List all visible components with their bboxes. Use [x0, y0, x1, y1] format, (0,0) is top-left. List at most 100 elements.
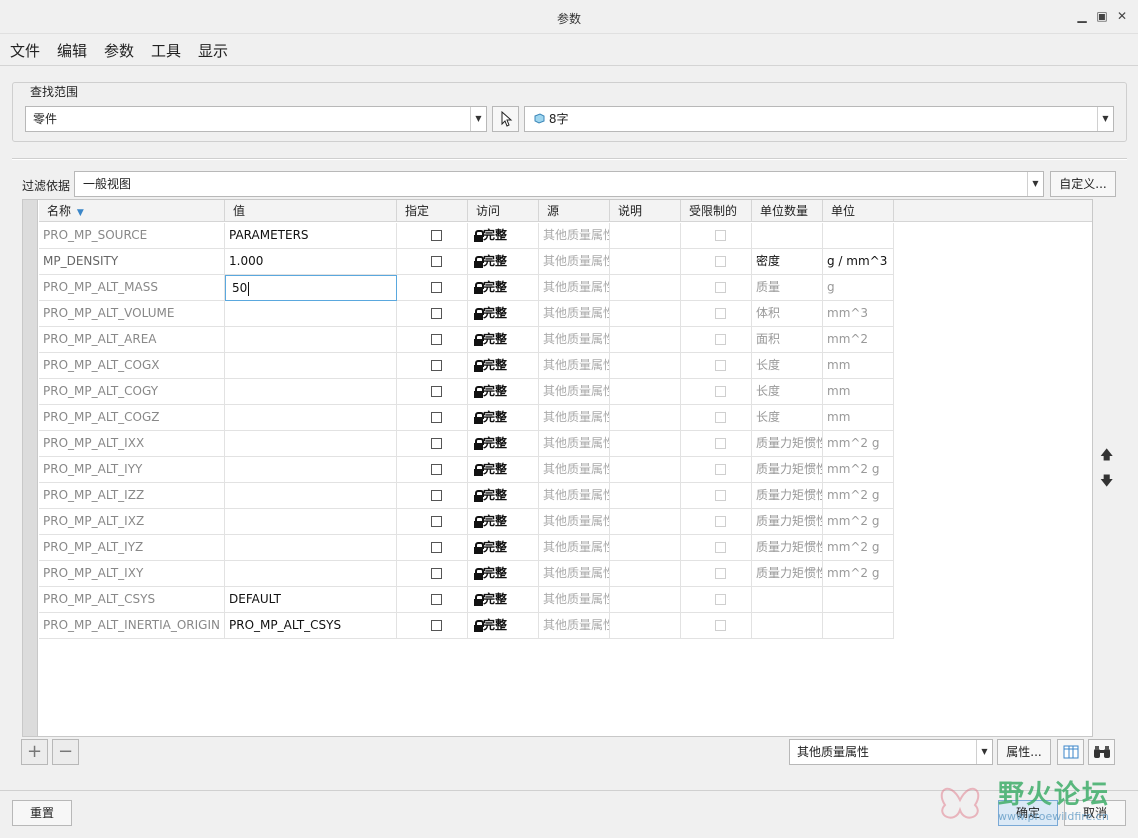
- cell-name[interactable]: PRO_MP_ALT_MASS: [39, 275, 225, 301]
- cell-description[interactable]: [610, 431, 681, 457]
- cell-description[interactable]: [610, 613, 681, 639]
- cell-description[interactable]: [610, 327, 681, 353]
- minimize-icon[interactable]: ▁: [1074, 8, 1090, 24]
- cell-access[interactable]: 完整: [468, 223, 539, 249]
- cell-value[interactable]: [225, 431, 397, 457]
- table-row[interactable]: PRO_MP_ALT_IZZ 完整 其他质量属性 质量力矩惯性 mm^2 g: [39, 483, 894, 509]
- cell-restricted[interactable]: [681, 587, 752, 613]
- cell-unit-quantity[interactable]: 质量力矩惯性: [752, 535, 823, 561]
- cell-unit-quantity[interactable]: 质量力矩惯性: [752, 509, 823, 535]
- cell-designate[interactable]: [397, 509, 468, 535]
- designate-checkbox[interactable]: [431, 360, 442, 371]
- cell-restricted[interactable]: [681, 509, 752, 535]
- designate-checkbox[interactable]: [431, 386, 442, 397]
- cell-value[interactable]: [225, 405, 397, 431]
- table-row[interactable]: PRO_MP_SOURCE PARAMETERS 完整 其他质量属性: [39, 223, 894, 249]
- cell-designate[interactable]: [397, 379, 468, 405]
- cell-designate[interactable]: [397, 613, 468, 639]
- cell-designate[interactable]: [397, 301, 468, 327]
- cell-unit[interactable]: mm: [823, 405, 894, 431]
- col-header-unit-quantity[interactable]: 单位数量: [752, 200, 823, 222]
- cell-source[interactable]: 其他质量属性: [539, 327, 610, 353]
- cell-source[interactable]: 其他质量属性: [539, 223, 610, 249]
- cell-access[interactable]: 完整: [468, 275, 539, 301]
- table-row[interactable]: PRO_MP_ALT_IYZ 完整 其他质量属性 质量力矩惯性 mm^2 g: [39, 535, 894, 561]
- cell-unit-quantity[interactable]: 长度: [752, 405, 823, 431]
- col-header-value[interactable]: 值: [225, 200, 397, 222]
- close-icon[interactable]: ✕: [1114, 8, 1130, 24]
- cell-designate[interactable]: [397, 431, 468, 457]
- cell-value-editor[interactable]: 50: [225, 275, 397, 301]
- cell-unit[interactable]: mm^2: [823, 327, 894, 353]
- cell-source[interactable]: 其他质量属性: [539, 275, 610, 301]
- cell-value[interactable]: [225, 483, 397, 509]
- chevron-down-icon[interactable]: ▼: [1027, 172, 1043, 196]
- cell-restricted[interactable]: [681, 275, 752, 301]
- chevron-down-icon[interactable]: ▼: [470, 107, 486, 131]
- reset-button[interactable]: 重置: [12, 800, 72, 826]
- cell-description[interactable]: [610, 379, 681, 405]
- cell-access[interactable]: 完整: [468, 561, 539, 587]
- cell-name[interactable]: MP_DENSITY: [39, 249, 225, 275]
- designate-checkbox[interactable]: [431, 542, 442, 553]
- cell-source[interactable]: 其他质量属性: [539, 301, 610, 327]
- cell-source[interactable]: 其他质量属性: [539, 535, 610, 561]
- designate-checkbox[interactable]: [431, 256, 442, 267]
- cell-unit[interactable]: g: [823, 275, 894, 301]
- cell-unit-quantity[interactable]: 面积: [752, 327, 823, 353]
- designate-checkbox[interactable]: [431, 282, 442, 293]
- chevron-down-icon[interactable]: ▼: [1097, 107, 1113, 131]
- cell-access[interactable]: 完整: [468, 301, 539, 327]
- cell-unit-quantity[interactable]: [752, 587, 823, 613]
- menu-edit[interactable]: 编辑: [57, 40, 87, 61]
- cell-name[interactable]: PRO_MP_ALT_INERTIA_ORIGIN: [39, 613, 225, 639]
- cell-designate[interactable]: [397, 587, 468, 613]
- cell-restricted[interactable]: [681, 379, 752, 405]
- table-row[interactable]: MP_DENSITY 1.000 完整 其他质量属性 密度 g / mm^3: [39, 249, 894, 275]
- cell-source[interactable]: 其他质量属性: [539, 379, 610, 405]
- cell-designate[interactable]: [397, 535, 468, 561]
- cell-source[interactable]: 其他质量属性: [539, 561, 610, 587]
- cell-value[interactable]: [225, 457, 397, 483]
- cell-unit-quantity[interactable]: [752, 223, 823, 249]
- cell-description[interactable]: [610, 457, 681, 483]
- cell-name[interactable]: PRO_MP_ALT_AREA: [39, 327, 225, 353]
- cell-unit-quantity[interactable]: [752, 613, 823, 639]
- cell-designate[interactable]: [397, 327, 468, 353]
- col-header-name[interactable]: 名称 ▼: [39, 200, 225, 222]
- part-select[interactable]: 8字 ▼: [524, 106, 1114, 132]
- designate-checkbox[interactable]: [431, 490, 442, 501]
- cell-value[interactable]: PARAMETERS: [225, 223, 397, 249]
- cell-description[interactable]: [610, 535, 681, 561]
- cell-description[interactable]: [610, 223, 681, 249]
- cell-unit-quantity[interactable]: 质量力矩惯性: [752, 561, 823, 587]
- cell-access[interactable]: 完整: [468, 613, 539, 639]
- cell-name[interactable]: PRO_MP_ALT_COGX: [39, 353, 225, 379]
- designate-checkbox[interactable]: [431, 516, 442, 527]
- cell-access[interactable]: 完整: [468, 483, 539, 509]
- table-row[interactable]: PRO_MP_ALT_COGX 完整 其他质量属性 长度 mm: [39, 353, 894, 379]
- table-row[interactable]: PRO_MP_ALT_IYY 完整 其他质量属性 质量力矩惯性 mm^2 g: [39, 457, 894, 483]
- cell-access[interactable]: 完整: [468, 587, 539, 613]
- cell-designate[interactable]: [397, 275, 468, 301]
- cell-name[interactable]: PRO_MP_ALT_IZZ: [39, 483, 225, 509]
- cell-source[interactable]: 其他质量属性: [539, 509, 610, 535]
- filter-select[interactable]: 一般视图 ▼: [74, 171, 1044, 197]
- designate-checkbox[interactable]: [431, 464, 442, 475]
- cell-value[interactable]: [225, 301, 397, 327]
- maximize-icon[interactable]: ▣: [1094, 8, 1110, 24]
- cell-description[interactable]: [610, 483, 681, 509]
- cell-source[interactable]: 其他质量属性: [539, 613, 610, 639]
- col-header-restricted[interactable]: 受限制的: [681, 200, 752, 222]
- cell-unit[interactable]: [823, 587, 894, 613]
- cell-access[interactable]: 完整: [468, 327, 539, 353]
- cell-description[interactable]: [610, 561, 681, 587]
- cell-name[interactable]: PRO_MP_ALT_VOLUME: [39, 301, 225, 327]
- col-header-unit[interactable]: 单位: [823, 200, 894, 222]
- cell-unit[interactable]: mm^2 g: [823, 509, 894, 535]
- table-row[interactable]: PRO_MP_ALT_IXZ 完整 其他质量属性 质量力矩惯性 mm^2 g: [39, 509, 894, 535]
- cell-access[interactable]: 完整: [468, 535, 539, 561]
- table-row[interactable]: PRO_MP_ALT_IXY 完整 其他质量属性 质量力矩惯性 mm^2 g: [39, 561, 894, 587]
- cell-access[interactable]: 完整: [468, 353, 539, 379]
- cell-access[interactable]: 完整: [468, 249, 539, 275]
